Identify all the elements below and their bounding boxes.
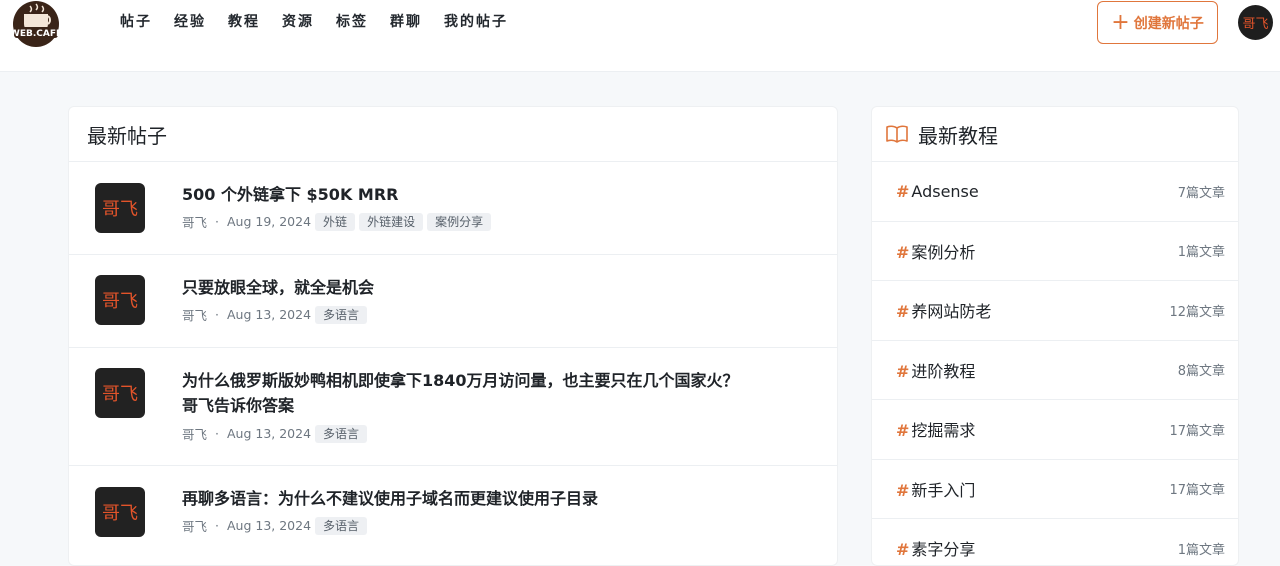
hash-icon: # — [896, 302, 910, 322]
post-item[interactable]: 哥飞 只要放眼全球，就全是机会 哥飞 · Aug 13, 2024 多语言 — [69, 255, 837, 348]
web-cafe-logo[interactable]: WEB.CAFE — [10, 0, 62, 48]
post-tag[interactable]: 多语言 — [315, 424, 368, 443]
post-item[interactable]: 哥飞 再聊多语言：为什么不建议使用子域名而更建议使用子目录 哥飞 · Aug 1… — [69, 466, 837, 559]
tutorial-category[interactable]: # 挖掘需求 17篇文章 — [872, 400, 1238, 460]
post-date: Aug 13, 2024 — [227, 307, 312, 322]
nav-resources[interactable]: 资源 — [282, 12, 314, 32]
tutorial-name: 新手入门 — [911, 480, 976, 500]
author-avatar[interactable]: 哥飞 — [95, 275, 145, 325]
nav-tutorials[interactable]: 教程 — [228, 12, 260, 32]
author-avatar[interactable]: 哥飞 — [95, 183, 145, 233]
post-meta: 哥飞 · Aug 13, 2024 多语言 — [182, 305, 368, 324]
tutorial-category[interactable]: # 养网站防老 12篇文章 — [872, 281, 1238, 341]
tutorial-name: 养网站防老 — [911, 302, 992, 322]
nav-posts[interactable]: 帖子 — [120, 12, 152, 32]
tutorial-count: 12篇文章 — [1169, 304, 1225, 320]
post-item[interactable]: 哥飞 为什么俄罗斯版妙鸭相机即使拿下1840万月访问量，也主要只在几个国家火？哥… — [69, 348, 837, 466]
tutorial-name: 挖掘需求 — [911, 421, 976, 441]
post-title[interactable]: 为什么俄罗斯版妙鸭相机即使拿下1840万月访问量，也主要只在几个国家火？哥飞告诉… — [182, 368, 742, 418]
post-title[interactable]: 500 个外链拿下 $50K MRR — [182, 182, 742, 207]
post-tag[interactable]: 案例分享 — [427, 212, 492, 231]
main-nav: 帖子 经验 教程 资源 标签 群聊 我的帖子 — [120, 12, 530, 32]
post-date: Aug 19, 2024 — [227, 214, 312, 229]
hash-icon: # — [896, 361, 910, 381]
nav-my-posts[interactable]: 我的帖子 — [444, 12, 508, 32]
tutorial-category[interactable]: # 案例分析 1篇文章 — [872, 222, 1238, 281]
post-author[interactable]: 哥飞 — [182, 305, 207, 324]
latest-tutorials-header: 最新教程 — [872, 107, 1238, 162]
hash-icon: # — [896, 181, 910, 201]
plus-icon: + — [1111, 9, 1130, 35]
post-item[interactable]: 哥飞 500 个外链拿下 $50K MRR 哥飞 · Aug 19, 2024 … — [69, 162, 837, 255]
tutorial-count: 1篇文章 — [1177, 542, 1225, 558]
tutorial-category[interactable]: # 进阶教程 8篇文章 — [872, 341, 1238, 400]
post-author[interactable]: 哥飞 — [182, 424, 207, 443]
post-author[interactable]: 哥飞 — [182, 212, 207, 231]
user-avatar[interactable]: 哥飞 — [1238, 5, 1273, 40]
latest-posts-card: 最新帖子 哥飞 500 个外链拿下 $50K MRR 哥飞 · Aug 19, … — [68, 106, 838, 566]
tutorial-name: 案例分析 — [911, 242, 976, 262]
hash-icon: # — [896, 540, 910, 560]
tutorial-count: 7篇文章 — [1177, 185, 1225, 201]
tutorial-count: 1篇文章 — [1177, 245, 1225, 261]
post-author[interactable]: 哥飞 — [182, 516, 207, 535]
tutorial-count: 17篇文章 — [1169, 483, 1225, 499]
latest-posts-title: 最新帖子 — [69, 107, 837, 162]
create-post-button[interactable]: + 创建新帖子 — [1097, 1, 1218, 44]
hash-icon: # — [896, 421, 910, 441]
nav-group-chat[interactable]: 群聊 — [390, 12, 422, 32]
tutorial-category[interactable]: # Adsense 7篇文章 — [872, 162, 1238, 222]
post-tag[interactable]: 外链建设 — [359, 212, 424, 231]
svg-text:WEB.CAFE: WEB.CAFE — [10, 29, 62, 39]
latest-tutorials-title: 最新教程 — [918, 123, 998, 148]
hash-icon: # — [896, 242, 910, 262]
post-meta: 哥飞 · Aug 13, 2024 多语言 — [182, 516, 368, 535]
tutorial-name: 素字分享 — [911, 540, 976, 560]
tutorial-name: 进阶教程 — [911, 361, 976, 381]
post-date: Aug 13, 2024 — [227, 518, 312, 533]
post-date: Aug 13, 2024 — [227, 426, 312, 441]
post-tag[interactable]: 多语言 — [315, 516, 368, 535]
author-avatar[interactable]: 哥飞 — [95, 487, 145, 537]
latest-tutorials-card: 最新教程 # Adsense 7篇文章 # 案例分析 1篇文章 # 养网站防老 12篇… — [871, 106, 1239, 566]
tutorial-name: Adsense — [911, 181, 979, 201]
nav-experience[interactable]: 经验 — [174, 12, 206, 32]
post-meta: 哥飞 · Aug 13, 2024 多语言 — [182, 424, 368, 443]
tutorial-count: 17篇文章 — [1169, 423, 1225, 439]
top-navbar: WEB.CAFE 帖子 经验 教程 资源 标签 群聊 我的帖子 + 创建新帖子 … — [0, 0, 1280, 72]
post-tag[interactable]: 外链 — [315, 212, 356, 231]
tutorial-count: 8篇文章 — [1177, 364, 1225, 380]
author-avatar[interactable]: 哥飞 — [95, 368, 145, 418]
hash-icon: # — [896, 480, 910, 500]
book-icon — [886, 125, 908, 143]
create-post-label: 创建新帖子 — [1133, 15, 1204, 32]
post-tag[interactable]: 多语言 — [315, 305, 368, 324]
post-meta: 哥飞 · Aug 19, 2024 外链 外链建设 案例分享 — [182, 212, 492, 231]
nav-tags[interactable]: 标签 — [336, 12, 368, 32]
post-title[interactable]: 再聊多语言：为什么不建议使用子域名而更建议使用子目录 — [182, 486, 742, 511]
tutorial-category[interactable]: # 新手入门 17篇文章 — [872, 460, 1238, 519]
tutorial-category[interactable]: # 素字分享 1篇文章 — [872, 519, 1238, 565]
post-title[interactable]: 只要放眼全球，就全是机会 — [182, 275, 742, 300]
